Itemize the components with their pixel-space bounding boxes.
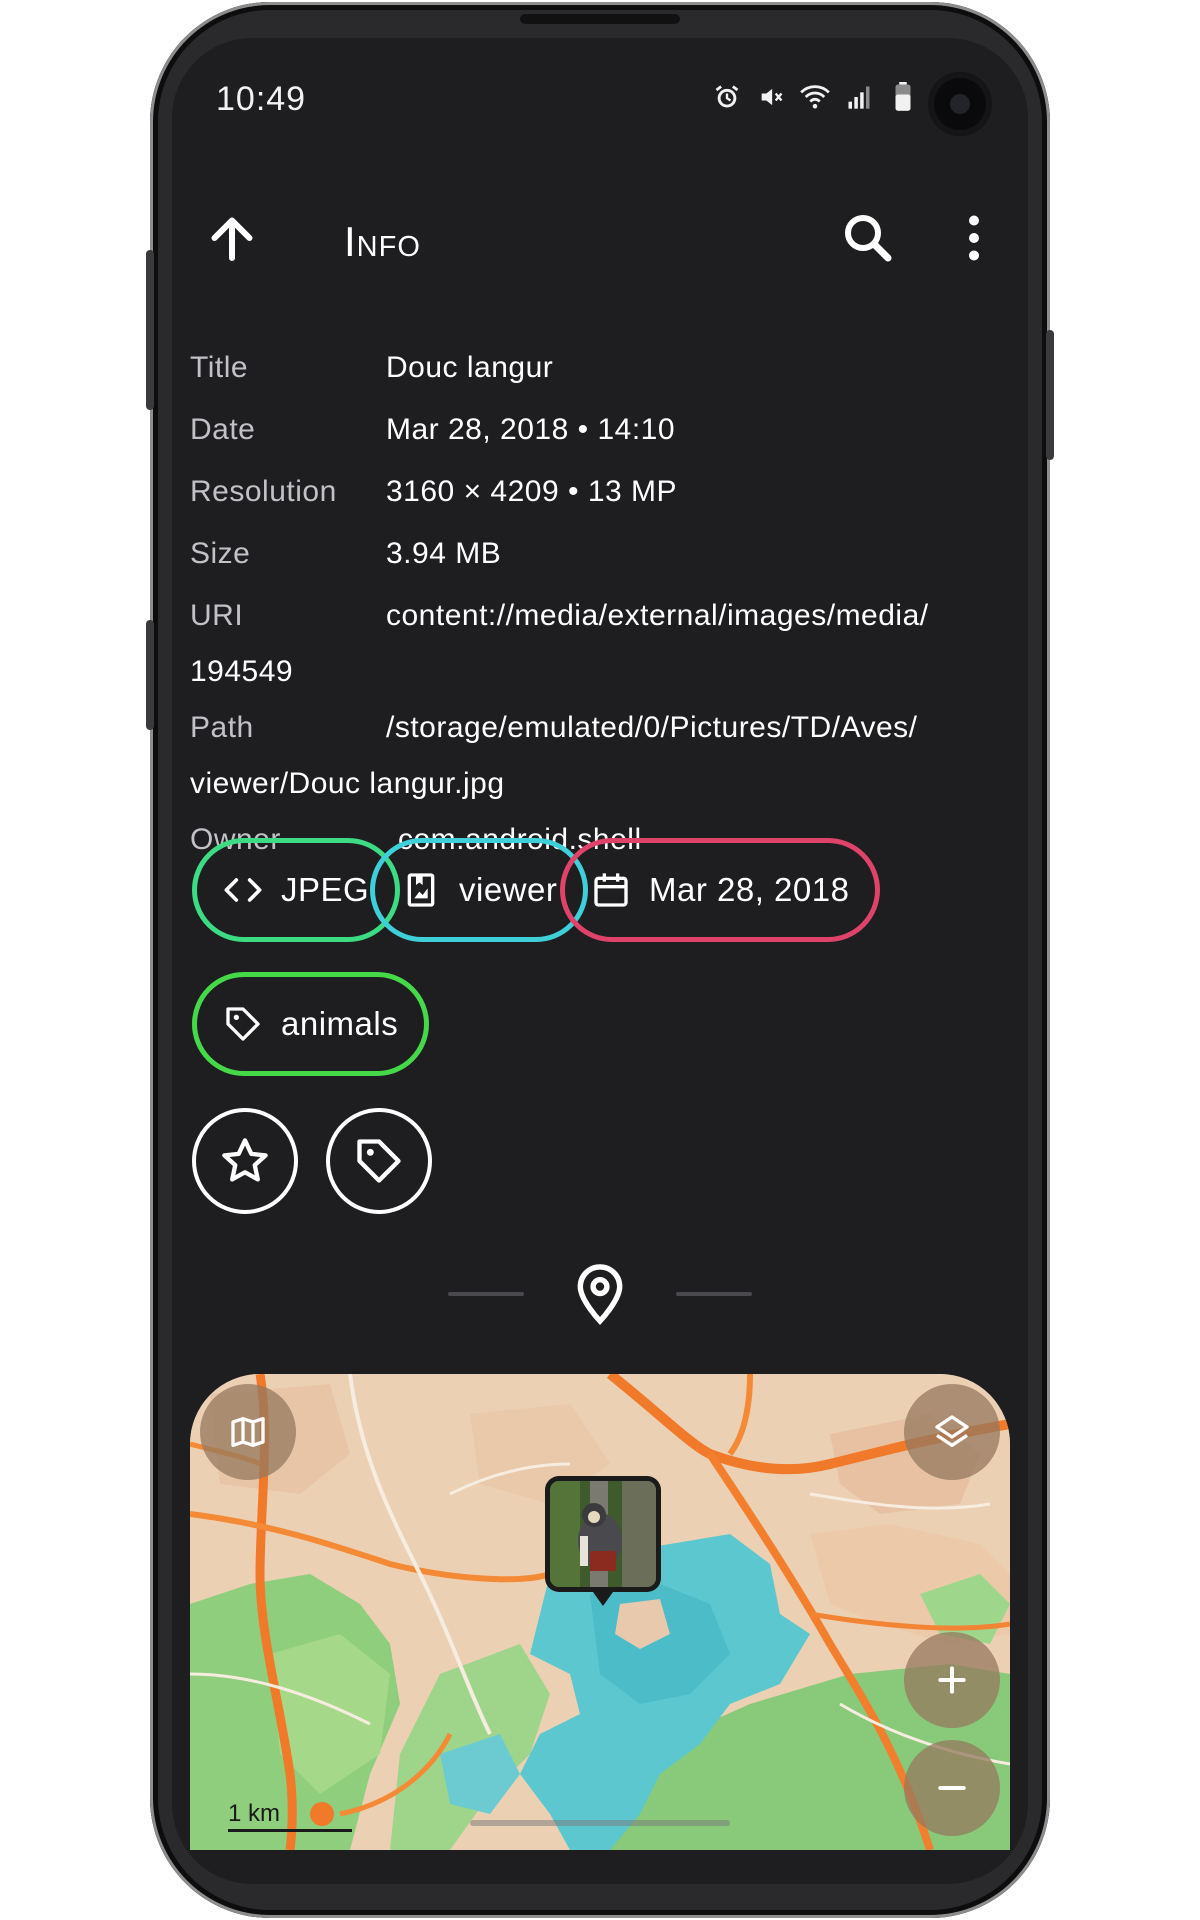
size-label: Size [190,537,251,570]
zoom-out-button[interactable] [904,1740,1000,1836]
divider-left [448,1292,524,1296]
status-icons [712,82,918,112]
photo-thumbnail [550,1481,656,1587]
power-button [1046,330,1054,460]
marker-pointer [593,1592,613,1606]
size-value: 3.94 MB [386,537,502,570]
info-list: Title Douc langur Date Mar 28, 2018 • 14:1… [190,328,1020,868]
app-bar: Info [172,178,1028,298]
title-label: Title [190,351,249,384]
search-icon [845,215,892,262]
path-label: Path [190,711,254,744]
map-style-button[interactable] [200,1384,296,1480]
battery-icon [888,82,918,112]
path-value-cont: viewer/Douc langur.jpg [190,767,505,800]
arrow-up-icon [211,217,253,261]
tag-icon [357,1139,401,1183]
chip-date-label: Mar 28, 2018 [649,871,850,908]
tag-icon [223,1004,263,1044]
bixby-button [146,620,154,730]
layers-icon [935,1415,969,1447]
info-row-date: Date Mar 28, 2018 • 14:10 [190,402,1020,458]
chip-tag-label: animals [281,1005,399,1042]
info-row-resolution: Resolution 3160 × 4209 • 13 MP [190,464,1020,520]
wifi-icon [800,82,830,112]
uri-value: content://media/external/images/media/ [386,599,929,632]
edit-tags-button[interactable] [326,1108,432,1214]
layers-button[interactable] [904,1384,1000,1480]
title-value: Douc langur [386,351,554,384]
divider-right [676,1292,752,1296]
page-title: Info [344,218,421,265]
photo-marker[interactable] [545,1476,661,1606]
info-row-title: Title Douc langur [190,340,1020,396]
screen: 10:49 Info Title Douc langur Date Mar 28… [172,38,1028,1884]
front-camera [928,72,992,136]
status-bar: 10:49 [172,38,1028,158]
info-row-path: Path/storage/emulated/0/Pictures/TD/Aves… [190,700,1020,812]
back-button[interactable] [202,208,262,268]
chip-album[interactable]: viewer [370,838,589,942]
zoom-in-icon [938,1666,966,1694]
code-icon [223,870,263,910]
info-row-size: Size 3.94 MB [190,526,1020,582]
home-indicator[interactable] [470,1820,730,1826]
chip-date[interactable]: Mar 28, 2018 [560,838,881,942]
chip-format[interactable]: JPEG [192,838,401,942]
path-value: /storage/emulated/0/Pictures/TD/Aves/ [386,711,918,744]
album-icon [401,870,441,910]
search-button[interactable] [838,208,898,268]
zoom-in-button[interactable] [904,1632,1000,1728]
map-style-icon [231,1417,265,1447]
calendar-icon [591,870,631,910]
vibrate-off-icon [756,82,786,112]
map-view[interactable]: 1 km [190,1374,1010,1850]
earpiece [520,14,680,24]
chip-format-label: JPEG [281,871,370,908]
chip-album-label: viewer [459,871,558,908]
star-icon [222,1138,268,1182]
uri-value-cont: 194549 [190,655,294,688]
zoom-out-icon [938,1786,966,1790]
resolution-label: Resolution [190,475,337,508]
signal-icon [844,82,874,112]
location-pin-icon [570,1262,630,1326]
alarm-icon [712,82,742,112]
date-value: Mar 28, 2018 • 14:10 [386,413,676,446]
status-time: 10:49 [216,80,307,118]
more-options-button[interactable] [944,208,1004,268]
chip-tag[interactable]: animals [192,972,430,1076]
favorite-button[interactable] [192,1108,298,1214]
map-scale-bar [228,1829,352,1832]
volume-button [146,250,154,410]
uri-label: URI [190,599,244,632]
date-label: Date [190,413,256,446]
resolution-value: 3160 × 4209 • 13 MP [386,475,678,508]
more-vert-icon [969,215,979,261]
info-row-uri: URI content://media/external/images/media… [190,588,1020,700]
map-scale-label: 1 km [228,1800,281,1827]
map-tiles [190,1374,1010,1850]
